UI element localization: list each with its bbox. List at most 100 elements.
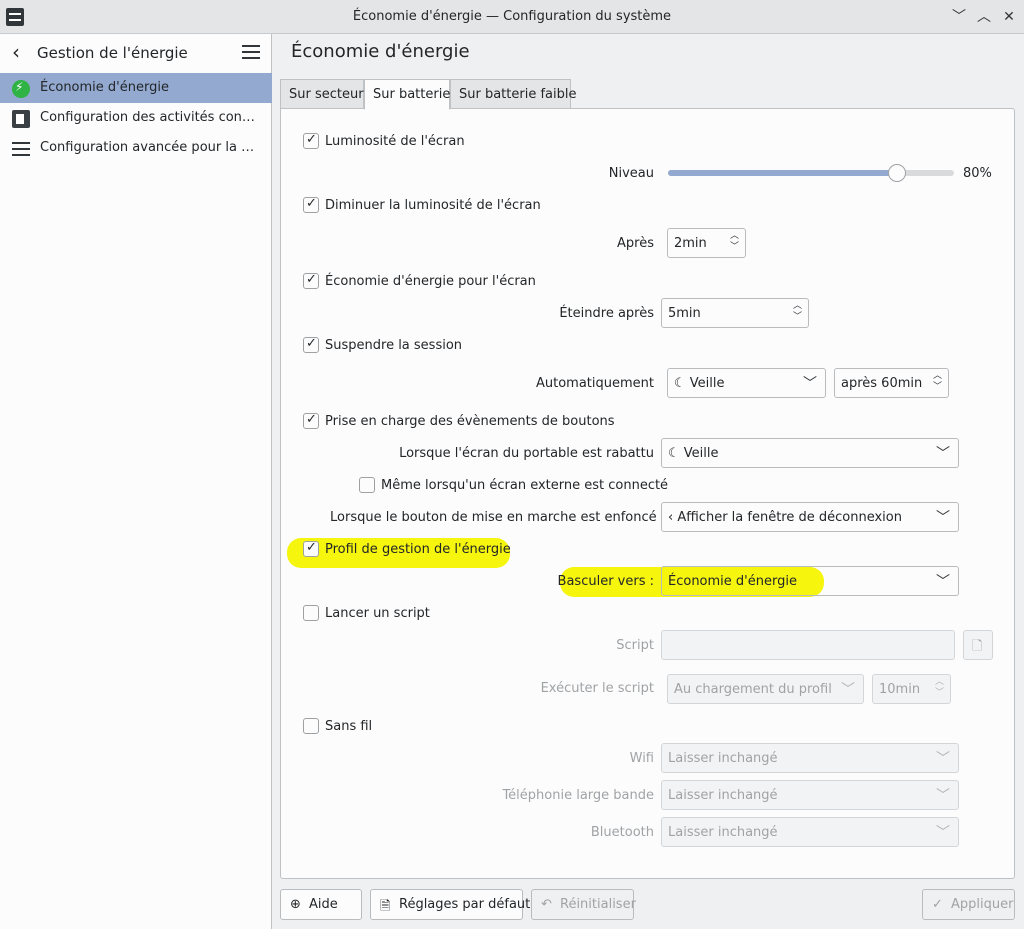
hamburger-menu-icon[interactable] <box>242 45 260 59</box>
script-path-label: Script <box>616 638 654 653</box>
tab-sur-batterie[interactable]: Sur batterie <box>364 79 450 110</box>
bluetooth-combo[interactable]: Laisser inchangé ﹀ <box>661 817 959 847</box>
power-button-value: Afficher la fenêtre de déconnexion <box>677 510 902 525</box>
tab-sur-secteur[interactable]: Sur secteur <box>280 79 364 109</box>
level-value: 80% <box>963 166 992 181</box>
suspend-action-combo[interactable]: ☾ Veille ﹀ <box>667 368 826 398</box>
suspend-label: Suspendre la session <box>325 338 463 353</box>
external-screen-label: Même lorsqu'un écran externe est connect… <box>381 478 669 493</box>
sidebar-item-avancee[interactable]: Configuration avancée pour la … <box>0 133 272 163</box>
wifi-label: Wifi <box>629 751 654 766</box>
checkmark-icon: ✓ <box>932 897 943 912</box>
spin-arrows-icon[interactable]: ︿ ﹀ <box>793 301 802 323</box>
screen-off-spinbox[interactable]: 5min ︿ ﹀ <box>661 298 809 328</box>
brightness-slider-fill <box>668 170 897 176</box>
sidebar-item-economie-energie[interactable]: Économie d'énergie <box>0 73 272 103</box>
exec-script-value: Au chargement du profil <box>674 682 832 697</box>
chevron-down-icon: ﹀ <box>936 825 950 841</box>
mobile-broadband-label: Téléphonie large bande <box>502 788 654 803</box>
dim-checkbox[interactable] <box>303 196 319 213</box>
screen-off-label: Éteindre après <box>559 306 654 321</box>
apply-button[interactable]: ✓ Appliquer <box>922 889 1015 920</box>
chevron-down-icon: ﹀ <box>936 788 950 804</box>
exec-delay-value: 10min <box>879 682 921 697</box>
defaults-button-label: Réglages par défaut <box>399 897 531 912</box>
mobile-broadband-value: Laisser inchangé <box>668 788 778 803</box>
window-title: Économie d'énergie — Configuration du sy… <box>352 9 672 24</box>
help-button-label: Aide <box>309 897 338 912</box>
power-button-label: Lorsque le bouton de mise en marche est … <box>330 510 657 525</box>
dim-after-spinbox[interactable]: 2min ︿ ﹀ <box>667 228 746 258</box>
wireless-label: Sans fil <box>325 719 373 734</box>
close-icon[interactable]: ✕ <box>998 6 1020 28</box>
wifi-combo[interactable]: Laisser inchangé ﹀ <box>661 743 959 773</box>
back-chevron-icon[interactable]: ‹ <box>12 42 20 62</box>
sidebar <box>0 34 272 929</box>
help-lifebuoy-icon: ⊕ <box>290 897 301 912</box>
profile-switch-label: Basculer vers : <box>557 574 654 589</box>
wireless-checkbox[interactable] <box>303 718 319 734</box>
power-save-icon <box>12 80 30 98</box>
script-checkbox[interactable] <box>303 605 319 621</box>
lid-action-combo[interactable]: ☾ Veille ﹀ <box>661 438 959 468</box>
brightness-checkbox[interactable] <box>303 132 319 149</box>
sidebar-title: Gestion de l'énergie <box>37 44 188 62</box>
mobile-broadband-combo[interactable]: Laisser inchangé ﹀ <box>661 780 959 810</box>
tab-sur-batterie-faible[interactable]: Sur batterie faible <box>450 79 576 109</box>
apply-button-label: Appliquer <box>951 897 1014 912</box>
profile-switch-value: Économie d'énergie <box>668 574 797 589</box>
script-path-input[interactable] <box>661 630 955 660</box>
buttons-label: Prise en charge des évènements de bouton… <box>325 414 615 429</box>
exec-delay-spinbox[interactable]: 10min ︿ ﹀ <box>872 674 951 704</box>
help-button[interactable]: ⊕ Aide <box>280 889 362 920</box>
profile-label: Profil de gestion de l'énergie <box>325 542 511 557</box>
minimize-icon[interactable]: ﹀ <box>948 6 970 28</box>
chevron-down-icon: ﹀ <box>936 446 950 462</box>
chevron-down-icon: ﹀ <box>936 510 950 526</box>
reset-button[interactable]: ↶ Réinitialiser <box>531 889 636 920</box>
defaults-button[interactable]: 🗎 Réglages par défaut <box>370 889 530 920</box>
suspend-action-value: Veille <box>689 376 725 391</box>
file-open-icon[interactable]: 🗋 <box>963 630 993 660</box>
activities-icon <box>12 110 30 128</box>
sleep-moon-icon: ☾ <box>668 446 684 461</box>
undo-icon: ↶ <box>541 897 552 912</box>
brightness-slider-handle[interactable] <box>887 164 906 182</box>
dim-after-label: Après <box>617 236 654 251</box>
lid-label: Lorsque l'écran du portable est rabattu <box>399 446 654 461</box>
screen-save-checkbox[interactable] <box>303 272 319 289</box>
spin-arrows-icon[interactable]: ︿ ﹀ <box>933 371 942 393</box>
power-button-combo[interactable]: ‹ Afficher la fenêtre de déconnexion ﹀ <box>661 502 959 532</box>
screen-save-label: Économie d'énergie pour l'écran <box>325 274 536 289</box>
exec-script-combo[interactable]: Au chargement du profil ﹀ <box>667 674 864 704</box>
title-bar: Économie d'énergie — Configuration du sy… <box>0 0 1024 34</box>
suspend-checkbox[interactable] <box>303 336 319 353</box>
sidebar-item-label: Économie d'énergie <box>40 80 169 95</box>
chevron-down-icon: ﹀ <box>803 376 817 392</box>
screen-off-value: 5min <box>668 306 701 321</box>
script-label: Lancer un script <box>325 606 430 621</box>
spin-arrows-icon[interactable]: ︿ ﹀ <box>935 677 944 699</box>
suspend-delay-spinbox[interactable]: après 60min ︿ ﹀ <box>834 368 949 398</box>
chevron-down-icon: ﹀ <box>936 751 950 767</box>
advanced-menu-icon <box>12 140 30 158</box>
buttons-checkbox[interactable] <box>303 412 319 429</box>
logout-chevron-icon: ‹ <box>668 510 678 525</box>
external-screen-checkbox[interactable] <box>359 477 375 493</box>
sidebar-item-label: Configuration des activités con… <box>40 110 255 125</box>
dim-label: Diminuer la luminosité de l'écran <box>325 198 541 213</box>
sidebar-item-activites[interactable]: Configuration des activités con… <box>0 103 272 133</box>
lid-action-value: Veille <box>683 446 719 461</box>
wifi-value: Laisser inchangé <box>668 751 778 766</box>
brightness-label: Luminosité de l'écran <box>325 134 465 149</box>
profile-checkbox[interactable] <box>303 540 319 557</box>
sidebar-item-label: Configuration avancée pour la … <box>40 140 255 155</box>
maximize-icon[interactable]: ︿ <box>973 6 995 28</box>
profile-switch-combo[interactable]: Économie d'énergie ﹀ <box>661 566 959 596</box>
bluetooth-label: Bluetooth <box>590 825 654 840</box>
spin-arrows-icon[interactable]: ︿ ﹀ <box>730 231 739 253</box>
exec-script-label: Exécuter le script <box>540 681 654 696</box>
suspend-delay-value: après 60min <box>841 376 923 391</box>
suspend-auto-label: Automatiquement <box>535 376 654 391</box>
reset-button-label: Réinitialiser <box>560 897 636 912</box>
